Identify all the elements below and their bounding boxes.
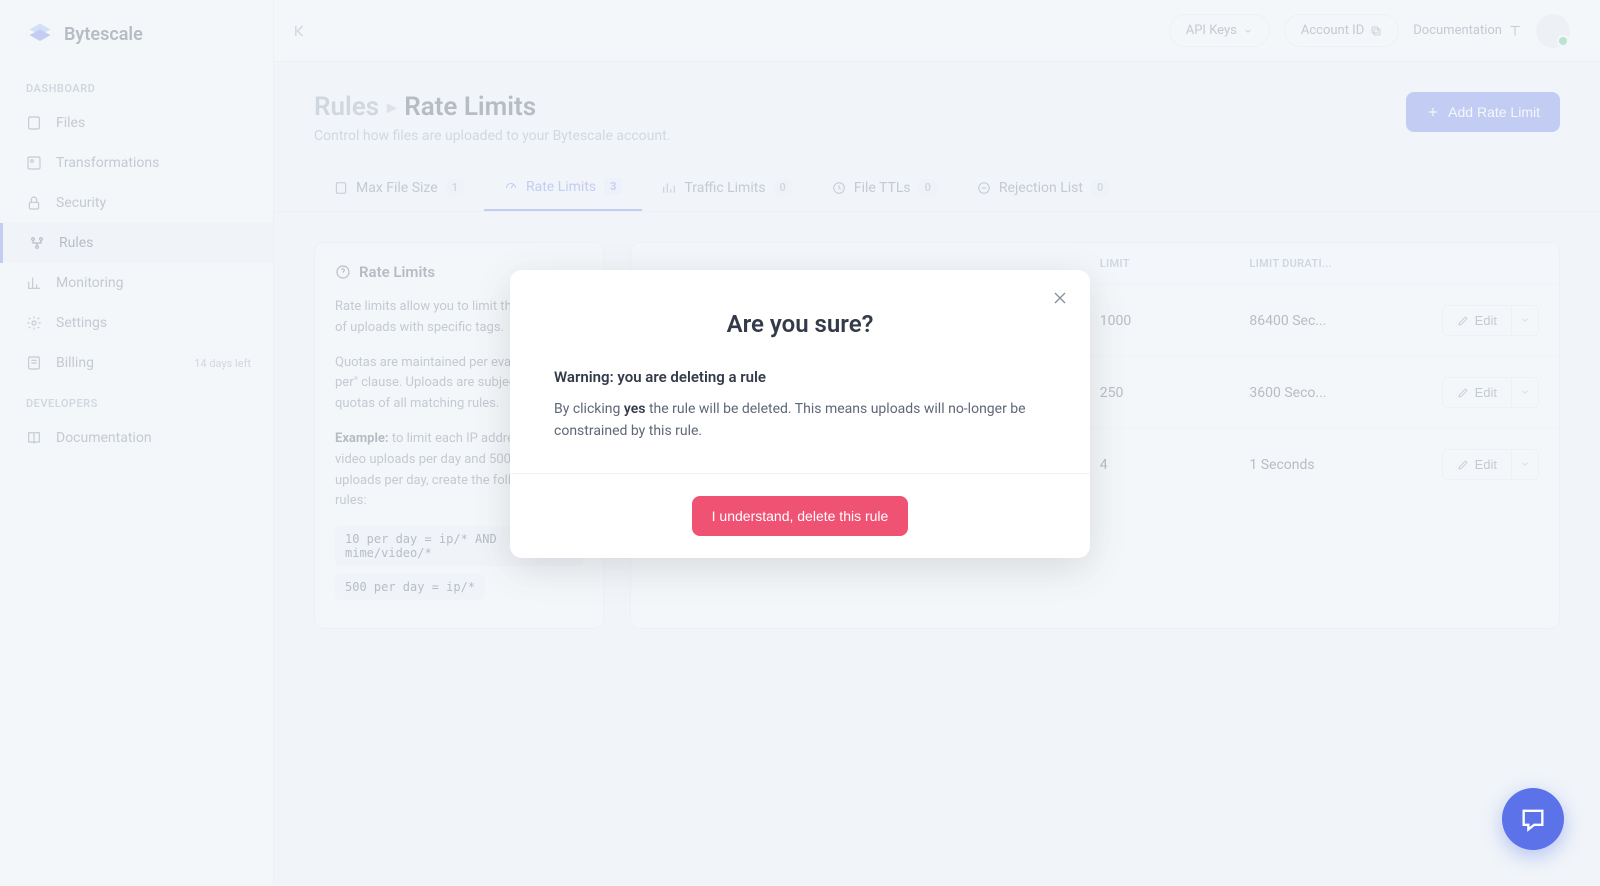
modal-text-before: By clicking [554, 401, 624, 417]
help-bubble[interactable] [1502, 788, 1564, 850]
modal-title: Are you sure? [554, 310, 1046, 338]
close-icon[interactable] [1050, 288, 1070, 308]
confirm-modal: Are you sure? Warning: you are deleting … [510, 270, 1090, 558]
modal-text: By clicking yes the rule will be deleted… [554, 398, 1046, 443]
modal-text-yes: yes [624, 401, 646, 417]
chat-icon [1519, 805, 1547, 833]
modal-heading: Warning: you are deleting a rule [554, 368, 1046, 386]
modal-overlay[interactable]: Are you sure? Warning: you are deleting … [0, 0, 1600, 886]
confirm-delete-button[interactable]: I understand, delete this rule [692, 496, 909, 536]
